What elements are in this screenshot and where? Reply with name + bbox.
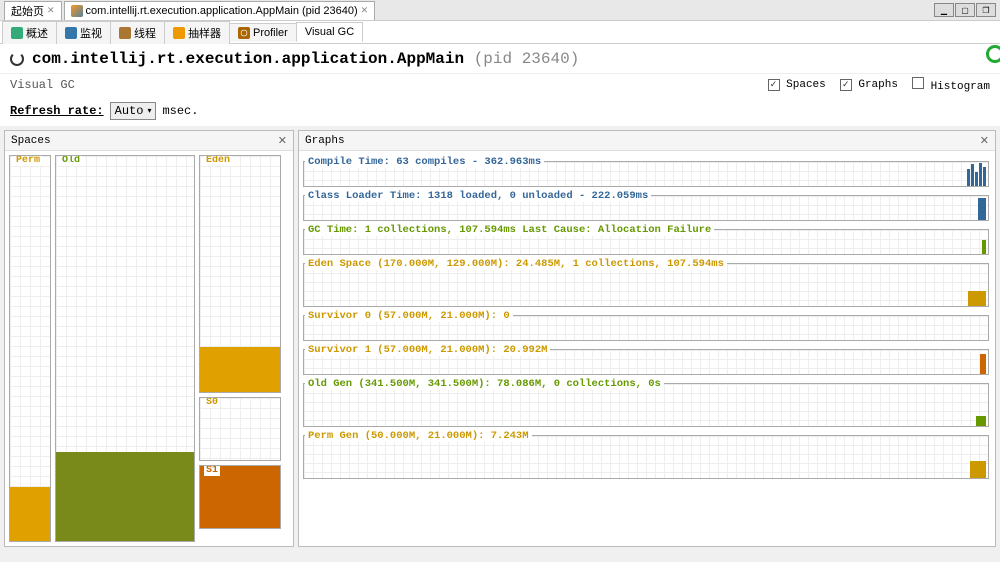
dropdown-value: Auto — [115, 104, 144, 118]
space-label: S1 — [204, 465, 220, 476]
tab-sampler[interactable]: 抽样器 — [164, 21, 230, 44]
page-title: com.intellij.rt.execution.application.Ap… — [32, 50, 579, 68]
checkbox-graphs[interactable]: Graphs — [840, 79, 898, 91]
graph-survivor-1: Survivor 1 (57.000M, 21.000M): 20.992M — [303, 343, 989, 375]
space-s1: S1 — [199, 465, 281, 529]
close-icon[interactable]: ✕ — [361, 5, 369, 16]
close-icon[interactable]: ✕ — [47, 5, 55, 16]
tab-label: Visual GC — [305, 26, 354, 38]
refresh-unit: msec. — [162, 104, 198, 118]
chevron-down-icon: ▾ — [147, 106, 151, 116]
close-icon[interactable]: ✕ — [278, 134, 287, 148]
space-fill-perm — [10, 487, 50, 541]
graph-title: Eden Space (170.000M, 129.000M): 24.485M… — [305, 258, 727, 270]
refresh-dropdown[interactable]: Auto ▾ — [110, 102, 157, 120]
tab-label: 线程 — [134, 25, 156, 41]
spaces-panel: Spaces ✕ Perm Old Eden — [4, 130, 294, 547]
graph-title: Survivor 0 (57.000M, 21.000M): 0 — [305, 310, 513, 322]
refresh-label: Refresh rate: — [10, 104, 104, 118]
tab-label: 概述 — [26, 25, 48, 41]
view-tabs: 概述 监视 线程 抽样器 Profiler Visual GC — [0, 21, 1000, 44]
panel-header: Spaces ✕ — [5, 131, 293, 151]
accent-icon — [986, 45, 1000, 63]
space-fill-old — [56, 452, 194, 541]
threads-icon — [119, 27, 131, 39]
panel-name: Visual GC — [10, 78, 75, 92]
space-eden: Eden — [199, 155, 281, 393]
close-icon[interactable]: ✕ — [980, 134, 989, 148]
title-bar: com.intellij.rt.execution.application.Ap… — [0, 44, 1000, 74]
checkbox-histogram[interactable]: Histogram — [912, 77, 990, 93]
graph-class-loader: Class Loader Time: 1318 loaded, 0 unload… — [303, 189, 989, 221]
tab-visual-gc[interactable]: Visual GC — [296, 22, 363, 42]
tab-appmain[interactable]: com.intellij.rt.execution.application.Ap… — [64, 1, 376, 20]
minimize-button[interactable]: ▁ — [934, 3, 954, 17]
tab-profiler[interactable]: Profiler — [229, 23, 297, 42]
restore-button[interactable]: ❐ — [976, 3, 996, 17]
panels-container: Spaces ✕ Perm Old Eden — [0, 126, 1000, 551]
space-label: S0 — [204, 397, 220, 408]
document-tabs: 起始页 ✕ com.intellij.rt.execution.applicat… — [0, 0, 1000, 21]
tab-label: 监视 — [80, 25, 102, 41]
config-row: Visual GC Spaces Graphs Histogram — [0, 74, 1000, 96]
refresh-icon[interactable] — [10, 52, 24, 66]
java-icon — [71, 5, 83, 17]
checkbox-icon — [912, 77, 924, 89]
tab-label: 起始页 — [11, 3, 44, 19]
space-old: Old — [55, 155, 195, 542]
tab-threads[interactable]: 线程 — [110, 21, 165, 44]
checkbox-label: Spaces — [786, 79, 826, 91]
graph-eden-space: Eden Space (170.000M, 129.000M): 24.485M… — [303, 257, 989, 307]
checkbox-icon — [768, 79, 780, 91]
checkbox-label: Histogram — [931, 81, 990, 93]
graphs-panel: Graphs ✕ Compile Time: 63 compiles - 362… — [298, 130, 996, 547]
graph-title: Compile Time: 63 compiles - 362.963ms — [305, 156, 544, 168]
graph-perm-gen: Perm Gen (50.000M, 21.000M): 7.243M — [303, 429, 989, 479]
profiler-icon — [238, 27, 250, 39]
space-perm: Perm — [9, 155, 51, 542]
tab-monitor[interactable]: 监视 — [56, 21, 111, 44]
title-main: com.intellij.rt.execution.application.Ap… — [32, 50, 464, 68]
graph-title: Perm Gen (50.000M, 21.000M): 7.243M — [305, 430, 532, 442]
window-controls: ▁ ▢ ❐ — [934, 3, 996, 17]
graph-compile-time: Compile Time: 63 compiles - 362.963ms — [303, 155, 989, 187]
graph-old-gen: Old Gen (341.500M, 341.500M): 78.086M, 0… — [303, 377, 989, 427]
space-fill-eden — [200, 347, 280, 392]
sampler-icon — [173, 27, 185, 39]
graph-title: Old Gen (341.500M, 341.500M): 78.086M, 0… — [305, 378, 664, 390]
tab-label: Profiler — [253, 27, 288, 39]
tab-overview[interactable]: 概述 — [2, 21, 57, 44]
space-s0: S0 — [199, 397, 281, 461]
checkbox-label: Graphs — [858, 79, 898, 91]
maximize-button[interactable]: ▢ — [955, 3, 975, 17]
space-label: Perm — [14, 155, 42, 166]
graph-survivor-0: Survivor 0 (57.000M, 21.000M): 0 — [303, 309, 989, 341]
panel-title: Graphs — [305, 135, 345, 147]
monitor-icon — [65, 27, 77, 39]
graph-title: Class Loader Time: 1318 loaded, 0 unload… — [305, 190, 651, 202]
graph-gc-time: GC Time: 1 collections, 107.594ms Last C… — [303, 223, 989, 255]
refresh-row: Refresh rate: Auto ▾ msec. — [0, 96, 1000, 126]
tab-label: 抽样器 — [188, 25, 221, 41]
title-pid: (pid 23640) — [474, 50, 580, 68]
panel-header: Graphs ✕ — [299, 131, 995, 151]
checkbox-icon — [840, 79, 852, 91]
panel-title: Spaces — [11, 135, 51, 147]
graph-title: Survivor 1 (57.000M, 21.000M): 20.992M — [305, 344, 550, 356]
spaces-body: Perm Old Eden S0 S1 — [5, 151, 293, 546]
tab-start-page[interactable]: 起始页 ✕ — [4, 1, 62, 20]
graph-title: GC Time: 1 collections, 107.594ms Last C… — [305, 224, 714, 236]
tab-label: com.intellij.rt.execution.application.Ap… — [86, 5, 358, 17]
space-label: Old — [60, 155, 82, 166]
overview-icon — [11, 27, 23, 39]
graphs-body: Compile Time: 63 compiles - 362.963ms Cl… — [299, 151, 995, 546]
checkbox-spaces[interactable]: Spaces — [768, 79, 826, 91]
space-label: Eden — [204, 155, 232, 166]
